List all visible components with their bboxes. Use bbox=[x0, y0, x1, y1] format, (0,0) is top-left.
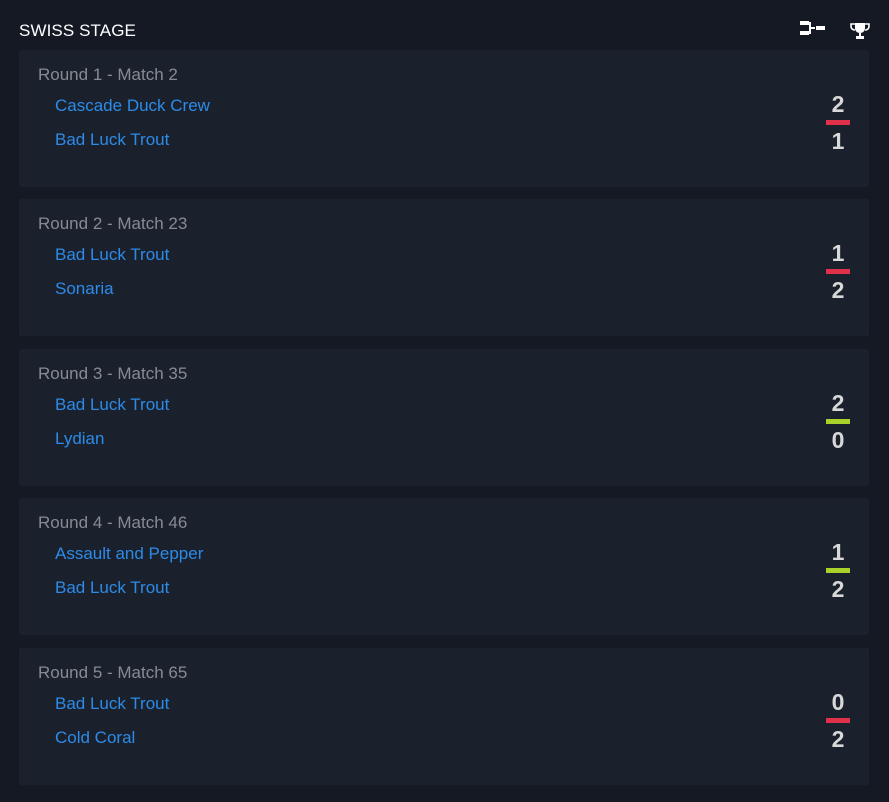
team-link[interactable]: Assault and Pepper bbox=[55, 544, 203, 564]
score-top: 2 bbox=[831, 91, 845, 117]
match-card[interactable]: Round 4 - Match 46 Assault and Pepper Ba… bbox=[19, 498, 869, 635]
team-link[interactable]: Bad Luck Trout bbox=[55, 578, 169, 598]
result-bar bbox=[826, 120, 850, 125]
result-bar bbox=[826, 269, 850, 274]
score-top: 0 bbox=[831, 689, 845, 715]
team-link[interactable]: Bad Luck Trout bbox=[55, 694, 169, 714]
team-link[interactable]: Lydian bbox=[55, 429, 104, 449]
match-label: Round 4 - Match 46 bbox=[38, 513, 188, 532]
match-label: Round 5 - Match 65 bbox=[38, 663, 188, 682]
match-label: Round 3 - Match 35 bbox=[38, 364, 188, 383]
result-bar bbox=[826, 718, 850, 723]
match-label: Round 1 - Match 2 bbox=[38, 65, 178, 84]
score-top: 1 bbox=[831, 240, 845, 266]
result-bar bbox=[826, 568, 850, 573]
result-bar bbox=[826, 419, 850, 424]
bracket-icon[interactable] bbox=[800, 19, 826, 37]
score-top: 2 bbox=[831, 390, 845, 416]
team-link[interactable]: Cold Coral bbox=[55, 728, 135, 748]
score-bottom: 1 bbox=[831, 128, 845, 154]
score-bottom: 2 bbox=[831, 726, 845, 752]
swiss-stage-panel: SWISS STAGE Round 1 - Match 2 Cascade Du… bbox=[0, 0, 889, 802]
match-card[interactable]: Round 3 - Match 35 Bad Luck Trout Lydian… bbox=[19, 349, 869, 486]
match-card[interactable]: Round 1 - Match 2 Cascade Duck Crew Bad … bbox=[19, 50, 869, 187]
team-link[interactable]: Bad Luck Trout bbox=[55, 245, 169, 265]
score-bottom: 2 bbox=[831, 576, 845, 602]
match-card[interactable]: Round 2 - Match 23 Bad Luck Trout Sonari… bbox=[19, 199, 869, 336]
score-top: 1 bbox=[831, 539, 845, 565]
match-label: Round 2 - Match 23 bbox=[38, 214, 188, 233]
team-link[interactable]: Bad Luck Trout bbox=[55, 130, 169, 150]
team-link[interactable]: Cascade Duck Crew bbox=[55, 96, 210, 116]
score-bottom: 0 bbox=[831, 427, 845, 453]
panel-title: SWISS STAGE bbox=[19, 21, 136, 40]
team-link[interactable]: Bad Luck Trout bbox=[55, 395, 169, 415]
trophy-icon[interactable] bbox=[850, 22, 870, 40]
team-link[interactable]: Sonaria bbox=[55, 279, 114, 299]
score-bottom: 2 bbox=[831, 277, 845, 303]
panel-header: SWISS STAGE bbox=[19, 14, 870, 48]
match-card[interactable]: Round 5 - Match 65 Bad Luck Trout Cold C… bbox=[19, 648, 869, 785]
